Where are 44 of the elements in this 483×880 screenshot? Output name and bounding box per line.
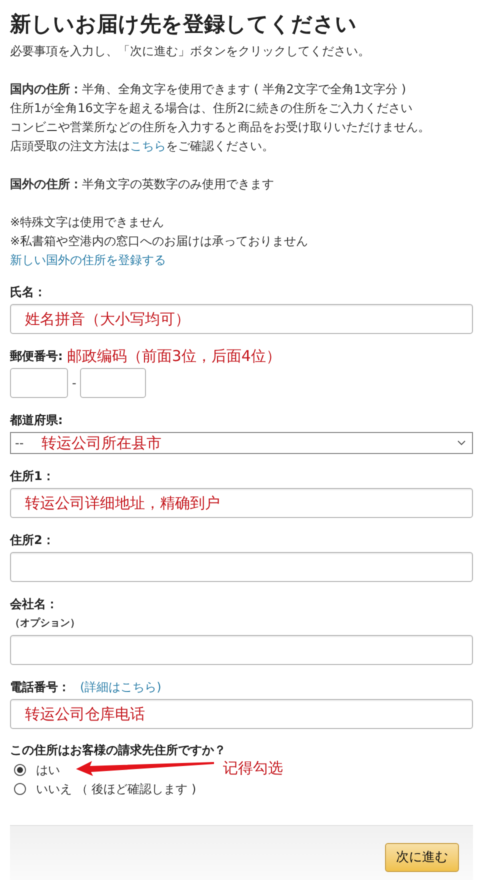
field-label: 住所1：	[10, 468, 54, 485]
note-text: 住所1が全角16文字を超える場合は、住所2に続きの住所をご入力ください	[10, 100, 414, 117]
page-title: 新しいお届け先を登録してください	[10, 11, 358, 38]
warning-text: ※特殊文字は使用できません	[10, 214, 166, 231]
input-field[interactable]	[10, 368, 68, 398]
help-link[interactable]: (詳細はこちら)	[80, 678, 162, 696]
optional-note: （オプション）	[10, 616, 81, 631]
annotation-text: 记得勾选	[223, 758, 283, 779]
separator-text: -	[72, 375, 76, 392]
field-label: 氏名：	[10, 284, 46, 301]
warning-text: ※私書箱や空港内の窓口へのお届けは承っておりません	[10, 233, 310, 250]
select-field[interactable]: -- 转运公司所在县市	[10, 432, 473, 454]
select-value: --	[15, 435, 24, 452]
field-label: 都道府県:	[10, 412, 63, 429]
input-field[interactable]	[10, 635, 473, 665]
arrow-icon	[76, 760, 214, 776]
field-label: 会社名：	[10, 596, 58, 613]
annotation-text: 转运公司仓库电话	[25, 704, 145, 725]
register-foreign-link[interactable]: 新しい国外の住所を登録する	[10, 251, 166, 270]
input-field[interactable]: 转运公司详细地址，精确到户	[10, 488, 473, 518]
note-text: 国外の住所：半角文字の英数字のみ使用できます	[10, 176, 275, 193]
annotation-text: 转运公司详细地址，精确到户	[25, 492, 220, 514]
note-text: 国内の住所：半角、全角文字を使用できます ( 半角2文字で全角1文字分 )	[10, 81, 408, 98]
question-text: この住所はお客様の請求先住所ですか？	[10, 742, 227, 759]
input-field[interactable]	[80, 368, 146, 398]
radio-button[interactable]	[14, 782, 26, 794]
field-label: 住所2：	[10, 532, 54, 549]
chevron-down-icon	[457, 440, 466, 446]
next-button[interactable]: 次に進む	[385, 843, 459, 872]
option-label: いいえ （ 後ほど確認します )	[36, 780, 196, 798]
field-label: 郵便番号:	[10, 348, 63, 365]
note-text: コンビニや営業所などの住所を入力すると商品をお受け取りいただけません。	[10, 119, 431, 136]
link[interactable]: こちら	[130, 139, 166, 153]
note-text: 店頭受取の注文方法は こちら をご確認ください。	[10, 138, 275, 155]
input-field[interactable]: 转运公司仓库电话	[10, 699, 473, 729]
annotation-text: 转运公司所在县市	[42, 432, 162, 454]
option-label: はい	[36, 762, 60, 778]
annotation-text: 邮政编码（前面3位，后面4位）	[66, 346, 281, 367]
radio-button[interactable]	[14, 764, 26, 776]
input-field[interactable]	[10, 552, 473, 582]
input-field[interactable]: 姓名拼音（大小写均可）	[10, 304, 473, 334]
annotation-text: 姓名拼音（大小写均可）	[25, 308, 190, 330]
field-label: 電話番号：	[10, 679, 70, 696]
instruction-text: 必要事項を入力し、「次に進む」ボタンをクリックしてください。	[10, 43, 371, 60]
